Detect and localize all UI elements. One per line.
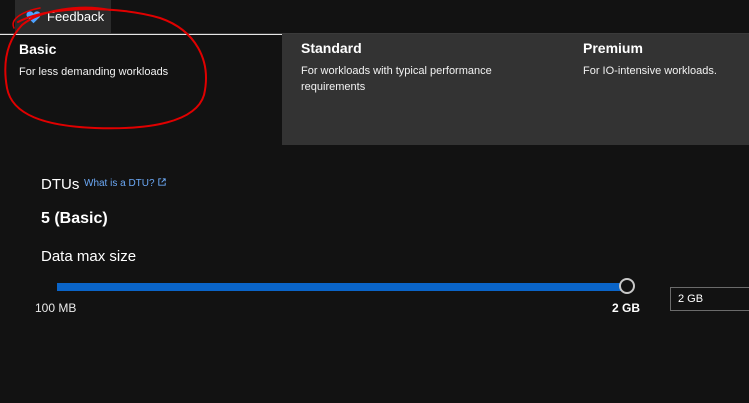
data-max-size-slider[interactable] xyxy=(57,277,636,297)
top-bar: Feedback xyxy=(0,0,749,33)
slider-thumb[interactable] xyxy=(619,278,635,294)
what-is-dtu-link[interactable]: What is a DTU? xyxy=(84,178,166,189)
dtu-label: DTUs xyxy=(41,176,80,193)
tier-description: For less demanding workloads xyxy=(19,66,169,78)
tier-name: Standard xyxy=(301,40,362,56)
data-max-size-input[interactable] xyxy=(670,287,749,311)
dtu-value: 5 (Basic) xyxy=(41,210,108,227)
feedback-button[interactable]: Feedback xyxy=(15,0,111,33)
slider-max-label: 2 GB xyxy=(612,301,641,315)
feedback-label: Feedback xyxy=(47,9,105,24)
tier-description: For IO-intensive workloads. xyxy=(583,65,717,77)
tier-premium[interactable]: Premium For IO-intensive workloads. xyxy=(564,34,749,145)
tier-basic[interactable]: Basic For less demanding workloads xyxy=(0,34,282,145)
tier-standard[interactable]: Standard For workloads with typical perf… xyxy=(282,34,564,145)
tier-name: Basic xyxy=(19,41,57,57)
slider-min-label: 100 MB xyxy=(35,301,77,315)
tier-description: For workloads with typical performance r… xyxy=(301,65,492,93)
external-link-icon xyxy=(157,178,166,189)
tier-name: Premium xyxy=(583,40,643,56)
slider-fill xyxy=(57,283,627,291)
data-max-size-label: Data max size xyxy=(41,248,137,265)
tier-selector: Basic For less demanding workloads Stand… xyxy=(0,33,749,145)
heart-icon xyxy=(26,10,41,24)
dtu-link-text: What is a DTU? xyxy=(84,178,155,189)
